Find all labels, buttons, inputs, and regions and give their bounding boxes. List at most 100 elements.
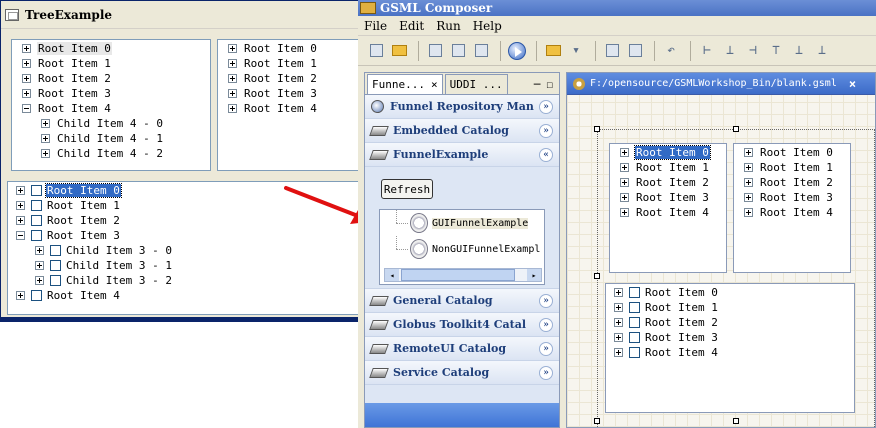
expand-icon[interactable]	[41, 149, 50, 158]
design-canvas[interactable]: Root Item 0 Root Item 1 Root Item 2 Root It…	[567, 95, 875, 428]
tree-row[interactable]: Root Item 2	[744, 175, 850, 190]
refresh-button[interactable]: Refresh	[381, 179, 433, 199]
expand-icon[interactable]	[16, 291, 25, 300]
tree-row[interactable]: Root Item 0	[614, 285, 854, 300]
scroll-right-icon[interactable]: ▸	[527, 269, 541, 281]
expand-icon[interactable]	[228, 59, 237, 68]
tree-row[interactable]: Root Item 2	[620, 175, 726, 190]
tree-row[interactable]: Root Item 3	[620, 190, 726, 205]
expand-icon[interactable]	[228, 44, 237, 53]
collapse-icon[interactable]	[22, 104, 31, 113]
palette-drawer[interactable]: Globus Toolkit4 Catal »	[365, 313, 559, 337]
close-icon[interactable]: ×	[849, 77, 856, 91]
align-middle-icon[interactable]: ⊥	[789, 41, 809, 61]
save-icon[interactable]	[425, 41, 445, 61]
design-check-tree[interactable]: Root Item 0 Root Item 1 Root Item 2 Root It…	[605, 283, 855, 413]
tree-row[interactable]: Root Item 0	[744, 145, 850, 160]
expand-icon[interactable]	[22, 74, 31, 83]
align-bottom-icon[interactable]: ⊥	[812, 41, 832, 61]
tree-row[interactable]: Child Item 3 - 1	[16, 258, 362, 273]
align-top-icon[interactable]: ⊤	[766, 41, 786, 61]
chevron-icon[interactable]: »	[539, 318, 553, 332]
expand-icon[interactable]	[744, 148, 753, 157]
palette-drawer[interactable]: FunnelExample «	[365, 143, 559, 167]
expand-icon[interactable]	[16, 186, 25, 195]
resize-handle[interactable]	[594, 126, 600, 132]
palette-drawer[interactable]: Service Catalog »	[365, 361, 559, 385]
funnel-tree[interactable]: GUIFunnelExample NonGUIFunnelExampl ◂ ▸	[379, 209, 545, 285]
expand-icon[interactable]	[744, 208, 753, 217]
expand-icon[interactable]	[614, 333, 623, 342]
palette-drawer[interactable]: Embedded Catalog »	[365, 119, 559, 143]
checkbox[interactable]	[31, 215, 42, 226]
tree-example-title-bar[interactable]: TreeExample	[1, 1, 361, 29]
tree-row[interactable]: Root Item 3	[16, 228, 362, 243]
forward-icon[interactable]	[625, 41, 645, 61]
expand-icon[interactable]	[41, 119, 50, 128]
tree-row[interactable]: Root Item 1	[228, 56, 362, 71]
expand-icon[interactable]	[744, 193, 753, 202]
gsml-title-bar[interactable]: GSML Composer	[358, 0, 876, 16]
checkbox[interactable]	[31, 290, 42, 301]
tree-row[interactable]: Child Item 3 - 0	[16, 243, 362, 258]
tree-row[interactable]: Root Item 4	[16, 288, 362, 303]
checkbox[interactable]	[31, 230, 42, 241]
new-file-icon[interactable]	[366, 41, 386, 61]
tree-row[interactable]: Root Item 0	[620, 145, 726, 160]
checkbox[interactable]	[31, 185, 42, 196]
expand-icon[interactable]	[35, 261, 44, 270]
back-icon[interactable]	[602, 41, 622, 61]
expand-icon[interactable]	[22, 44, 31, 53]
chevron-icon[interactable]: »	[539, 366, 553, 380]
tree-row[interactable]: Root Item 3	[22, 86, 210, 101]
save-all-icon[interactable]	[471, 41, 491, 61]
align-left-icon[interactable]: ⊢	[697, 41, 717, 61]
tree-row[interactable]: Child Item 4 - 1	[22, 131, 210, 146]
tab-funnels[interactable]: Funne... ×	[367, 74, 443, 94]
tree-row[interactable]: Root Item 3	[228, 86, 362, 101]
expand-icon[interactable]	[35, 246, 44, 255]
expand-icon[interactable]	[620, 178, 629, 187]
menu-run[interactable]: Run	[430, 19, 467, 33]
maximize-icon[interactable]: ☐	[546, 78, 553, 91]
resize-handle[interactable]	[733, 418, 739, 424]
close-icon[interactable]: ×	[431, 78, 438, 91]
tree-row[interactable]: Root Item 1	[744, 160, 850, 175]
palette-drawer[interactable]: RemoteUI Catalog »	[365, 337, 559, 361]
tree-row[interactable]: Root Item 1	[620, 160, 726, 175]
funnel-item[interactable]: NonGUIFunnelExampl	[380, 236, 544, 262]
checkbox[interactable]	[50, 260, 61, 271]
editor-tab[interactable]: F:/opensource/GSMLWorkshop_Bin/blank.gsm…	[567, 73, 875, 95]
expand-icon[interactable]	[16, 216, 25, 225]
menu-file[interactable]: File	[358, 19, 393, 33]
expand-icon[interactable]	[744, 163, 753, 172]
expand-icon[interactable]	[16, 201, 25, 210]
top-right-tree[interactable]: Root Item 0 Root Item 1 Root Item 2 Root It…	[217, 39, 363, 171]
expand-icon[interactable]	[614, 303, 623, 312]
horizontal-scrollbar[interactable]: ◂ ▸	[384, 268, 542, 282]
expand-icon[interactable]	[614, 318, 623, 327]
resize-handle[interactable]	[733, 126, 739, 132]
tree-row[interactable]: Root Item 2	[614, 315, 854, 330]
design-tree-left[interactable]: Root Item 0 Root Item 1 Root Item 2 Root It…	[609, 143, 727, 273]
expand-icon[interactable]	[620, 193, 629, 202]
funnel-item[interactable]: GUIFunnelExample	[380, 210, 544, 236]
expand-icon[interactable]	[41, 134, 50, 143]
tree-row[interactable]: Root Item 4	[744, 205, 850, 220]
resize-handle[interactable]	[594, 273, 600, 279]
align-right-icon[interactable]: ⊣	[743, 41, 763, 61]
scroll-left-icon[interactable]: ◂	[385, 269, 399, 281]
tree-row[interactable]: Child Item 4 - 2	[22, 146, 210, 161]
tree-row[interactable]: Root Item 4	[620, 205, 726, 220]
tree-row[interactable]: Root Item 2	[228, 71, 362, 86]
undo-icon[interactable]: ↶	[661, 41, 681, 61]
palette-drawer[interactable]: Funnel Repository Man »	[365, 95, 559, 119]
tree-row[interactable]: Child Item 4 - 0	[22, 116, 210, 131]
resize-handle[interactable]	[594, 418, 600, 424]
tree-row[interactable]: Root Item 0	[228, 41, 362, 56]
menu-help[interactable]: Help	[467, 19, 508, 33]
expand-icon[interactable]	[22, 59, 31, 68]
tree-row[interactable]: Root Item 0	[22, 41, 210, 56]
dropdown-chevron-icon[interactable]: ▾	[566, 41, 586, 61]
checkbox[interactable]	[50, 245, 61, 256]
